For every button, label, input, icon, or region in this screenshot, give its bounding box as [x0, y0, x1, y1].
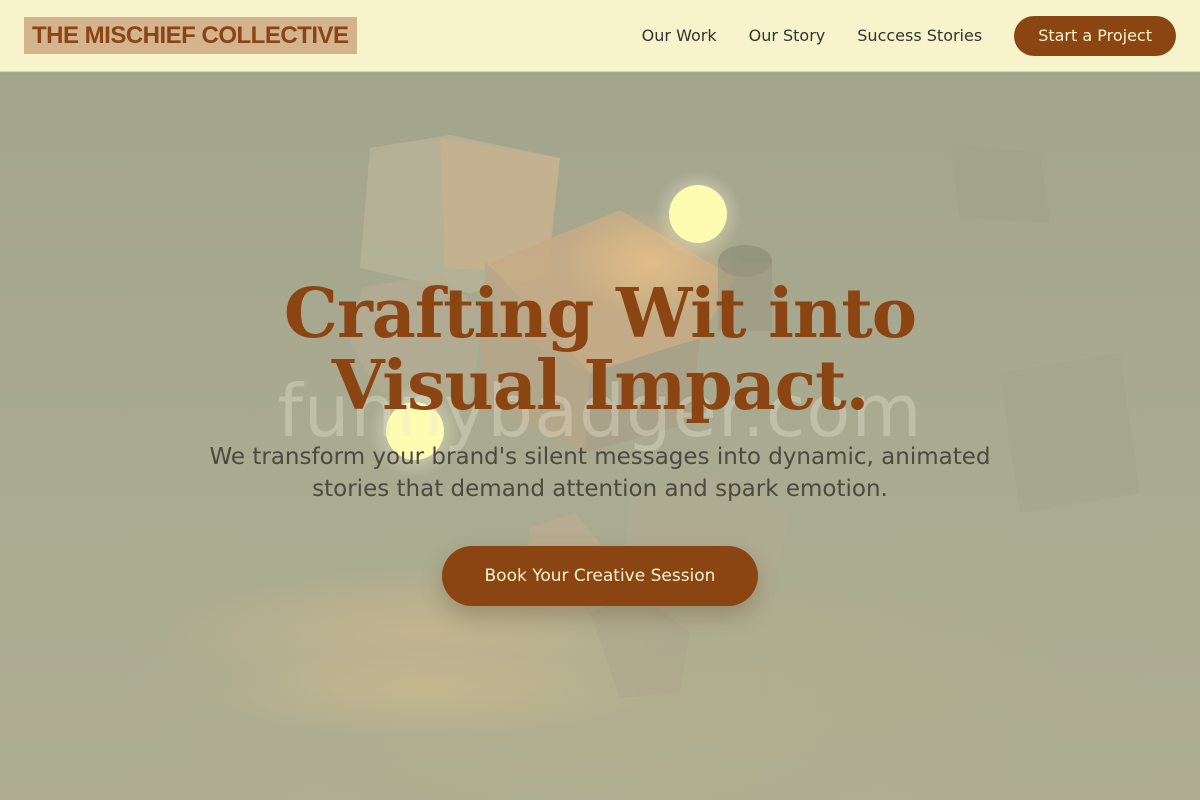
hero-title: Crafting Wit into Visual Impact.	[0, 278, 1200, 422]
book-session-button[interactable]: Book Your Creative Session	[442, 546, 758, 606]
hero-section: funnybadger.com Crafting Wit into Visual…	[0, 73, 1200, 800]
main-nav: Our Work Our Story Success Stories Start…	[642, 15, 1176, 56]
nav-our-work[interactable]: Our Work	[642, 26, 717, 45]
hero-subtitle: We transform your brand's silent message…	[209, 444, 991, 502]
hero-title-line-2: Visual Impact.	[331, 346, 870, 426]
logo[interactable]: THE MISCHIEF COLLECTIVE	[24, 17, 357, 54]
site-header: THE MISCHIEF COLLECTIVE Our Work Our Sto…	[0, 0, 1200, 72]
nav-our-story[interactable]: Our Story	[749, 26, 826, 45]
orb-top	[669, 185, 727, 243]
hero-title-line-1: Crafting Wit into	[283, 274, 917, 354]
start-project-button[interactable]: Start a Project	[1014, 15, 1176, 56]
nav-success-stories[interactable]: Success Stories	[857, 26, 982, 45]
